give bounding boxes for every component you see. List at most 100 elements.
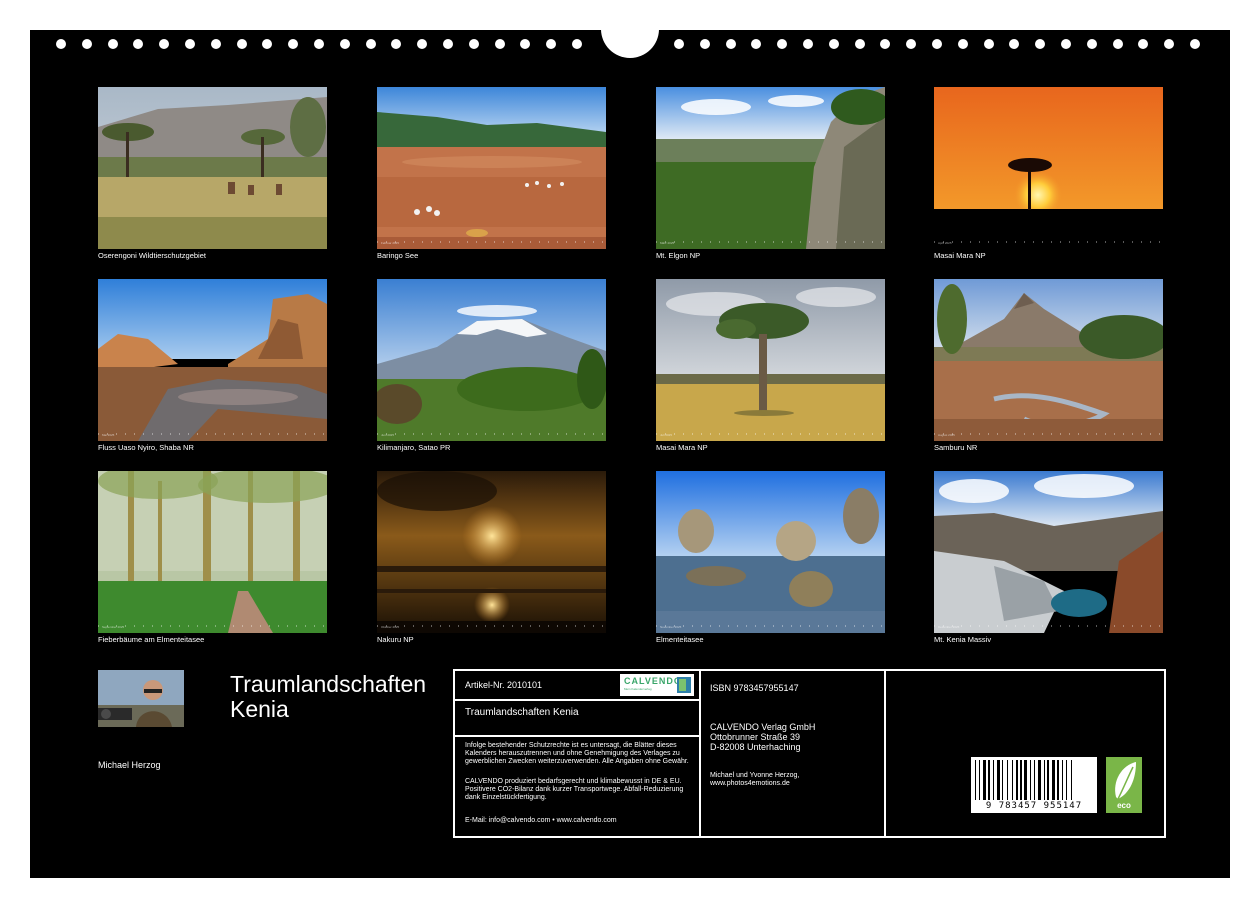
binding-hole (932, 39, 942, 49)
binding-hole (159, 39, 169, 49)
binding-hole (1087, 39, 1097, 49)
divider (455, 735, 699, 737)
publisher-city: D-82008 Unterhaching (710, 742, 801, 752)
binding-hole (469, 39, 479, 49)
binding-hole (958, 39, 968, 49)
barcode-bar (1015, 760, 1018, 800)
photo-caption: Mt. Elgon NP (656, 251, 701, 260)
photo-oserengoni (98, 87, 327, 249)
binding-hole (700, 39, 710, 49)
photo-masai-mara-tree: Juli 2025 (656, 279, 885, 441)
barcode-bar (982, 760, 986, 800)
publisher-address: CALVENDO Verlag GmbH Ottobrunner Straße … (710, 722, 815, 752)
calendar-strip (377, 625, 606, 627)
calendar-strip-label: Juli 2025 (660, 433, 673, 437)
barcode-bar (1057, 760, 1060, 800)
calendar-strip (934, 625, 1163, 627)
binding-hole (777, 39, 787, 49)
binding-hole (314, 39, 324, 49)
barcode-bar (1044, 760, 1045, 800)
binding-hole (1190, 39, 1200, 49)
barcode-bar (1066, 760, 1067, 800)
binding-hole (133, 39, 143, 49)
divider (455, 699, 699, 701)
photo-masai-mara-sunset: April 2025 (934, 87, 1163, 249)
binding-hole (1035, 39, 1045, 49)
logo-wordmark: CALVENDO (624, 676, 682, 686)
calendar-strip (934, 241, 1163, 243)
photo-caption: Fieberbäume am Elmenteitasee (98, 635, 205, 644)
calendar-strip (377, 241, 606, 243)
binding-hole (803, 39, 813, 49)
binding-hole (674, 39, 684, 49)
binding-hole (56, 39, 66, 49)
photo-nakuru: Oktober 2025 (377, 471, 606, 633)
calendar-strip (934, 433, 1163, 435)
calendar-strip-label: November 2025 (660, 625, 682, 629)
binding-hole (262, 39, 272, 49)
calendar-strip-label: Oktober 2025 (381, 625, 400, 629)
binding-hole (984, 39, 994, 49)
photo-caption: Oserengoni Wildtierschutzgebiet (98, 251, 206, 260)
photo-caption: Masai Mara NP (934, 251, 986, 260)
photographers-website: www.photos4emotions.de (710, 780, 790, 787)
binding-hole (726, 39, 736, 49)
binding-hole (340, 39, 350, 49)
photo-caption: Masai Mara NP (656, 443, 708, 452)
publisher-name: CALVENDO Verlag GmbH (710, 722, 816, 732)
barcode-bars (975, 760, 1093, 800)
barcode-bar (1047, 760, 1050, 800)
binding-hole (546, 39, 556, 49)
barcode-bar (1034, 760, 1036, 800)
calendar-strip-label: Juni 2025 (381, 433, 395, 437)
legal-notice: Infolge bestehender Schutzrechte ist es … (465, 742, 689, 765)
binding-hole (185, 39, 195, 49)
photo-caption: Kilimanjaro, Satao PR (377, 443, 451, 452)
photo-caption: Fluss Uaso Nyiro, Shaba NR (98, 443, 194, 452)
binding-hole (366, 39, 376, 49)
isbn-barcode: 9 783457 955147 (971, 757, 1097, 813)
info-box: Artikel-Nr. 2010101 CALVENDO Mein Kalend… (453, 669, 1166, 838)
barcode-bar (997, 760, 1000, 800)
photographers: Michael und Yvonne Herzog, www.photos4em… (710, 772, 799, 788)
barcode-bar (1012, 760, 1014, 800)
photo-caption: Baringo See (377, 251, 419, 260)
title-line-1: Traumlandschaften (230, 671, 427, 697)
author-photo (98, 670, 184, 727)
binding-hole (237, 39, 247, 49)
calendar-back-cover: Oserengoni Wildtierschutzgebiet Februar … (30, 30, 1230, 878)
binding-hole (520, 39, 530, 49)
publisher-street: Ottobrunner Straße 39 (710, 732, 801, 742)
photo-caption: Samburu NR (934, 443, 978, 452)
photo-caption: Elmenteitasee (656, 635, 704, 644)
eco-label: eco (1117, 801, 1131, 810)
photo-caption: Mt. Kenia Massiv (934, 635, 992, 644)
binding-hole (572, 39, 582, 49)
calendar-strip (656, 625, 885, 627)
binding-hole (751, 39, 761, 49)
calvendo-logo: CALVENDO Mein Kalenderverlag (620, 674, 694, 696)
binding-hole (1164, 39, 1174, 49)
binding-hole (288, 39, 298, 49)
calendar-strip-label: August 2025 (938, 433, 955, 437)
photographers-names: Michael und Yvonne Herzog, (710, 772, 800, 779)
binding-hole (880, 39, 890, 49)
calendar-strip-label: April 2025 (938, 241, 952, 245)
logo-mark-icon (677, 677, 691, 693)
barcode-bar (1020, 760, 1022, 800)
barcode-digits: 9 783457 955147 (985, 801, 1083, 811)
binding-hole (829, 39, 839, 49)
binding-hole (1061, 39, 1071, 49)
photo-fever-trees: September 2025 (98, 471, 327, 633)
barcode-bar (1037, 760, 1041, 800)
calendar-strip-label: Dezember 2025 (938, 625, 960, 629)
binding-hole (211, 39, 221, 49)
calendar-strip-label: September 2025 (102, 625, 125, 629)
barcode-bar (1061, 760, 1063, 800)
article-number: Artikel-Nr. 2010101 (465, 680, 543, 690)
calendar-strip-label: März 2025 (660, 241, 675, 245)
barcode-bar (1051, 760, 1055, 800)
photo-kilimanjaro: Juni 2025 (377, 279, 606, 441)
barcode-bar (975, 760, 976, 800)
calendar-strip (98, 625, 327, 627)
